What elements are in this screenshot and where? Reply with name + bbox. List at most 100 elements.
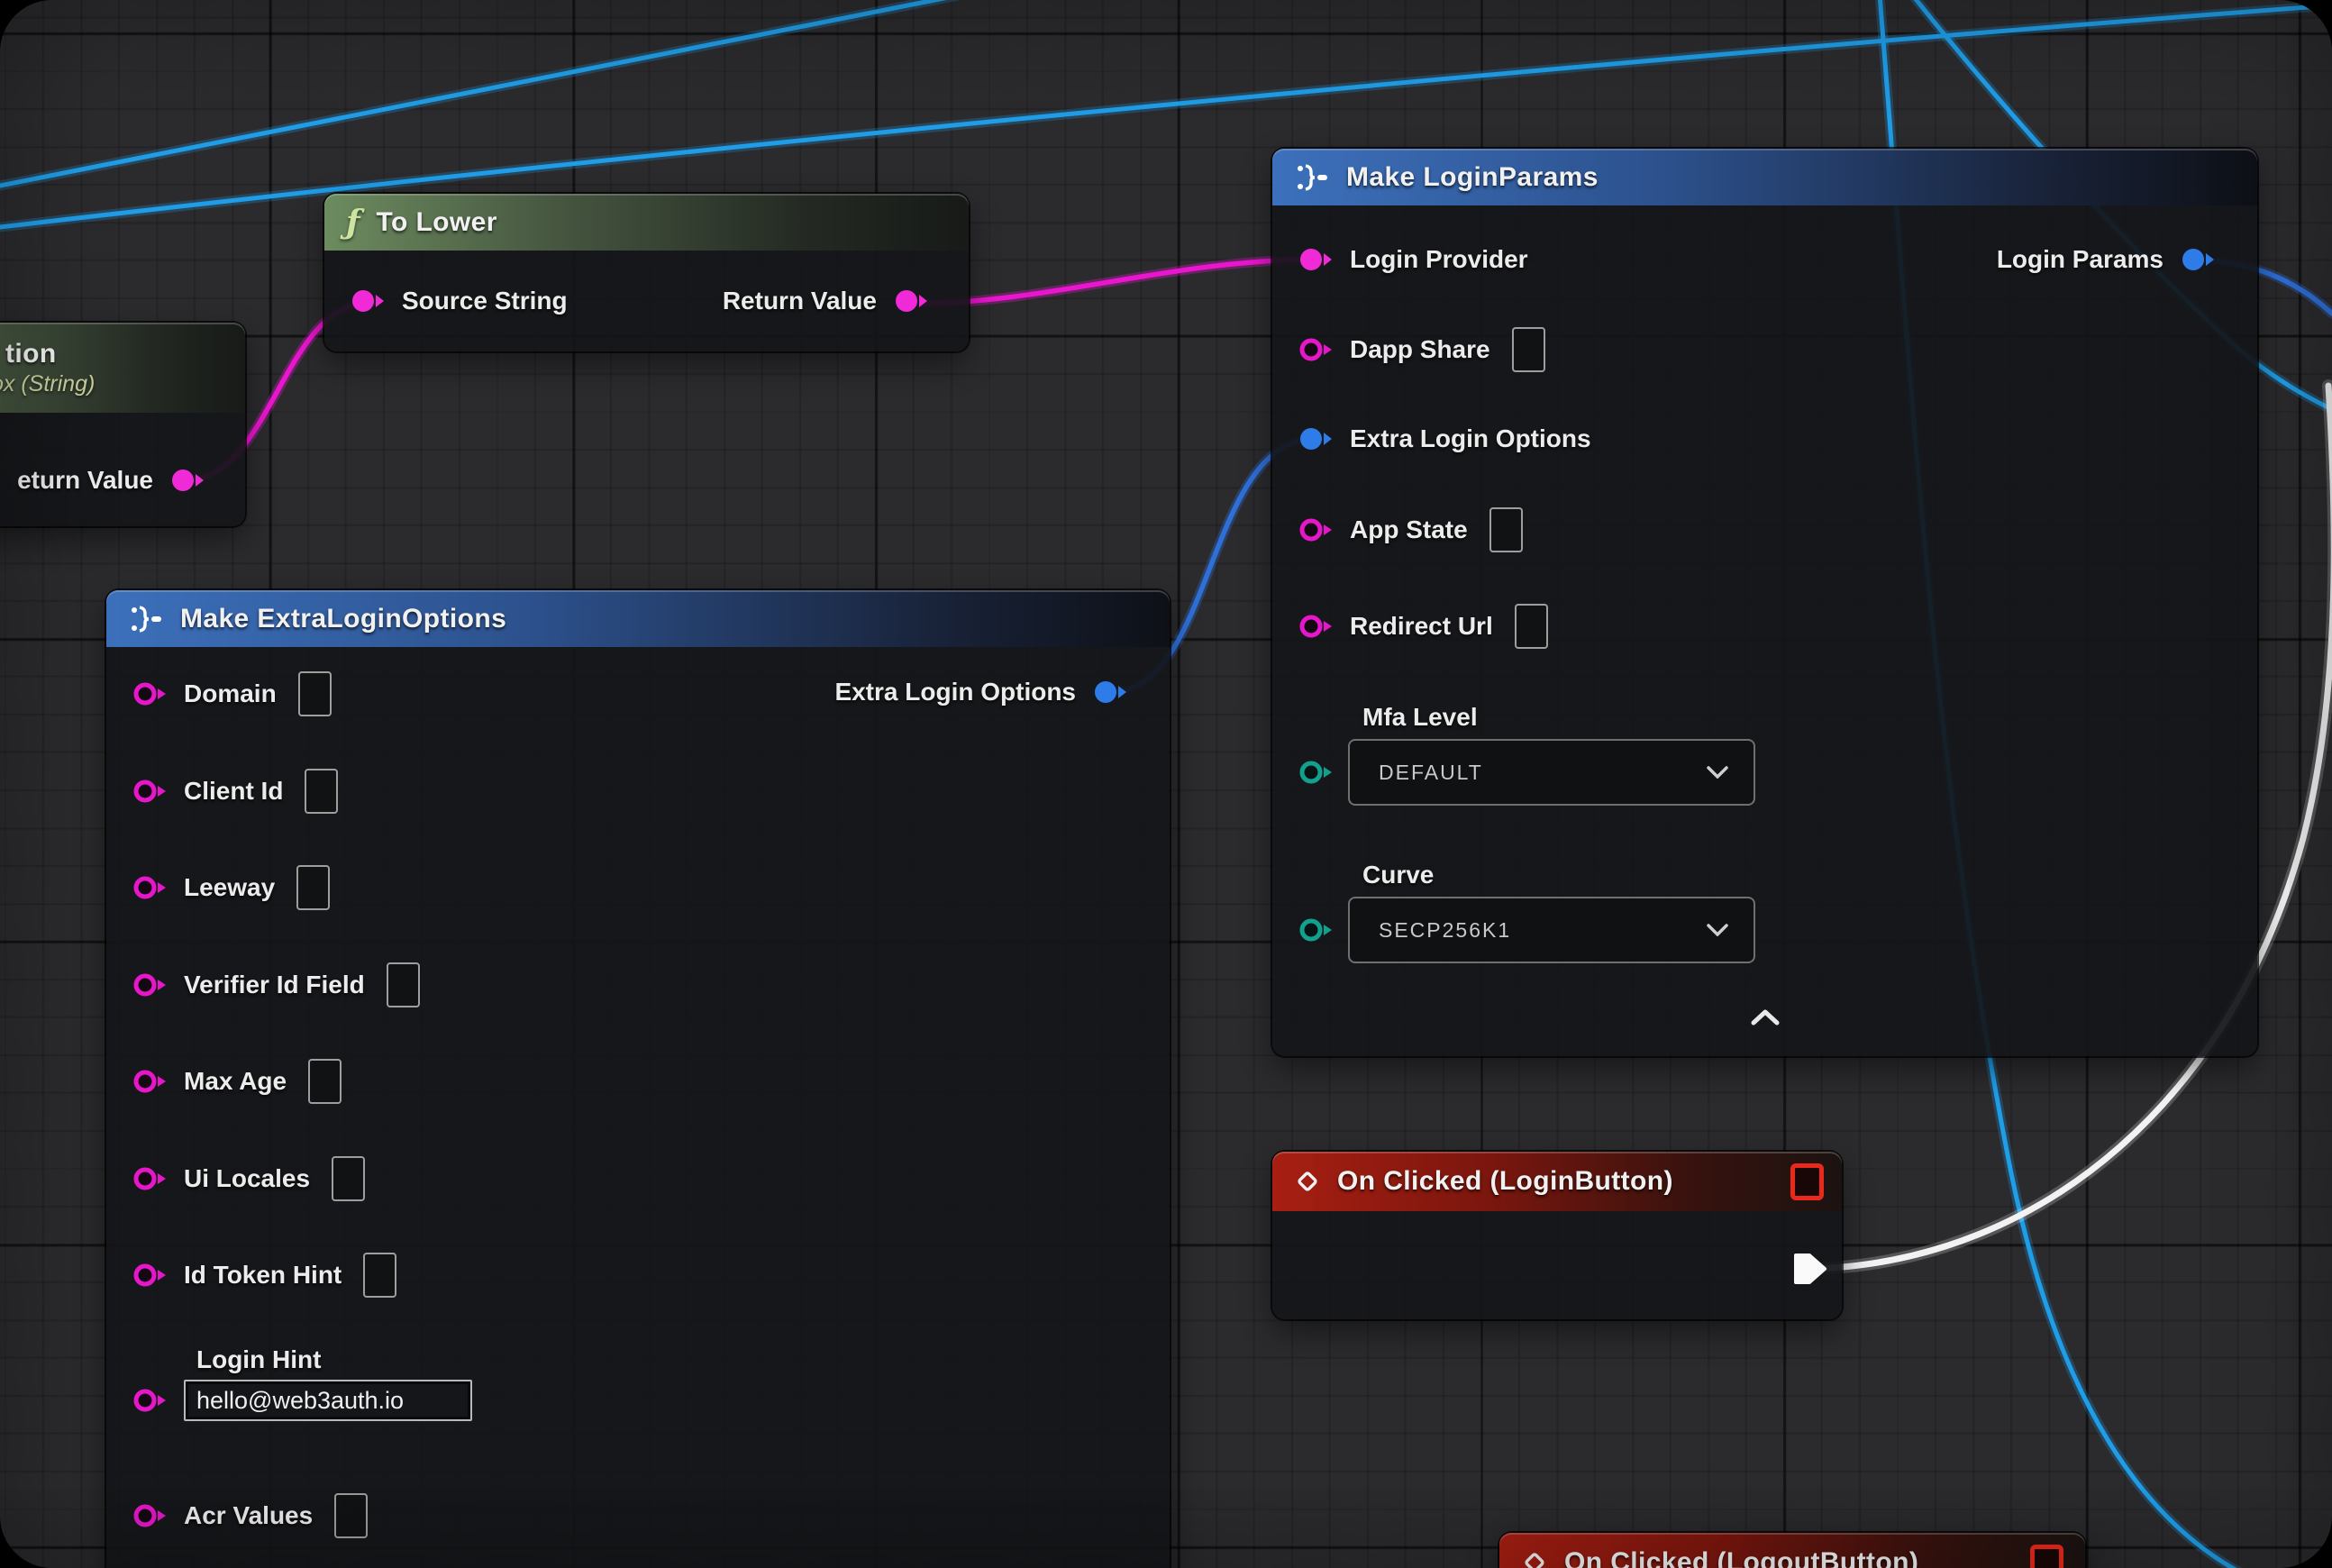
node-on-clicked-loginbutton[interactable]: On Clicked (LoginButton): [1272, 1152, 1842, 1319]
node-partial-function[interactable]: tion ox (String) eturn Value: [0, 323, 245, 526]
source-string-pin[interactable]: [348, 285, 387, 317]
exec-output-pin[interactable]: [1793, 1249, 1829, 1289]
to-lower-return-pin[interactable]: [891, 285, 931, 317]
pin-row-extra-login-options: Extra Login Options: [1296, 412, 1591, 466]
login-params-output-label: Login Params: [1997, 245, 2163, 274]
mfa-level-dropdown[interactable]: DEFAULT: [1348, 739, 1755, 806]
extra-output-pin[interactable]: [1090, 676, 1130, 708]
extra-output-label: Extra Login Options: [834, 678, 1076, 707]
curve-pin[interactable]: [1296, 914, 1335, 946]
domain-pin[interactable]: [130, 678, 169, 710]
redirect-url-checkbox[interactable]: [1515, 604, 1548, 649]
redirect-url-pin[interactable]: [1296, 610, 1335, 643]
login-hint-input[interactable]: [184, 1380, 472, 1421]
pin-row-acr-values: Acr Values: [130, 1489, 368, 1543]
app-state-checkbox[interactable]: [1489, 507, 1523, 552]
mfa-level-pin[interactable]: [1296, 756, 1335, 789]
acr-values-pin[interactable]: [130, 1500, 169, 1532]
dapp-share-checkbox[interactable]: [1512, 327, 1545, 372]
max-age-pin[interactable]: [130, 1065, 169, 1098]
dapp-share-label: Dapp Share: [1350, 335, 1490, 364]
app-state-pin[interactable]: [1296, 514, 1335, 546]
pin-row-dapp-share: Dapp Share: [1296, 323, 1545, 377]
app-state-label: App State: [1350, 515, 1468, 544]
delegate-pin[interactable]: [2030, 1545, 2063, 1568]
verifier-id-field-label: Verifier Id Field: [184, 971, 365, 999]
mfa-level-label: Mfa Level: [1362, 703, 1755, 732]
pin-row-max-age: Max Age: [130, 1054, 342, 1108]
pin-row-app-state: App State: [1296, 503, 1523, 557]
client-id-pin[interactable]: [130, 775, 169, 807]
event-diamond-icon: [1294, 1168, 1321, 1195]
node-make-loginparams[interactable]: Make LoginParams Login Provider Dapp Sha…: [1272, 149, 2257, 1056]
node-make-extraloginoptions[interactable]: Make ExtraLoginOptions Extra Login Optio…: [106, 590, 1170, 1568]
leeway-pin[interactable]: [130, 871, 169, 904]
login-params-output-pin[interactable]: [2178, 243, 2218, 276]
pin-row-login-params-out: Login Params: [1997, 232, 2218, 287]
login-provider-label: Login Provider: [1350, 245, 1528, 274]
to-lower-title: To Lower: [377, 207, 497, 238]
onclicked-logout-header: On Clicked (LogoutButton): [1499, 1533, 2085, 1568]
curve-value: SECP256K1: [1379, 918, 1511, 943]
to-lower-return-label: Return Value: [723, 287, 877, 315]
return-value-pin[interactable]: [168, 464, 207, 497]
node-partial-subtitle: ox (String): [0, 371, 95, 397]
max-age-checkbox[interactable]: [308, 1059, 342, 1104]
acr-values-label: Acr Values: [184, 1501, 313, 1530]
node-on-clicked-logoutbutton[interactable]: On Clicked (LogoutButton): [1499, 1533, 2085, 1568]
leeway-checkbox[interactable]: [296, 865, 330, 910]
login-provider-pin[interactable]: [1296, 243, 1335, 276]
ui-locales-checkbox[interactable]: [332, 1156, 365, 1201]
wire-cyan-topleft-steep: [0, 0, 971, 186]
return-value-label: eturn Value: [17, 466, 153, 495]
loginparams-title: Make LoginParams: [1346, 162, 1599, 193]
chevron-down-icon: [1707, 766, 1728, 779]
ui-locales-pin[interactable]: [130, 1162, 169, 1195]
domain-checkbox[interactable]: [298, 671, 332, 716]
extra-header: Make ExtraLoginOptions: [106, 590, 1170, 647]
extra-title: Make ExtraLoginOptions: [180, 604, 506, 634]
pin-group-mfa-level: Mfa Level DEFAULT: [1296, 703, 1755, 806]
max-age-label: Max Age: [184, 1067, 287, 1096]
mfa-level-value: DEFAULT: [1379, 761, 1483, 785]
wire-tolower-to-loginprovider: [912, 260, 1316, 304]
curve-dropdown[interactable]: SECP256K1: [1348, 897, 1755, 963]
id-token-hint-label: Id Token Hint: [184, 1261, 342, 1290]
onclicked-logout-title: On Clicked (LogoutButton): [1564, 1547, 1918, 1568]
node-to-lower[interactable]: ƒ To Lower Source String Return Value: [324, 194, 969, 351]
pin-row-id-token-hint: Id Token Hint: [130, 1248, 396, 1302]
acr-values-checkbox[interactable]: [334, 1493, 368, 1538]
delegate-pin[interactable]: [1790, 1163, 1824, 1200]
id-token-hint-checkbox[interactable]: [363, 1253, 396, 1298]
function-icon: ƒ: [346, 204, 360, 242]
extra-login-options-pin[interactable]: [1296, 423, 1335, 455]
collapse-node-chevron-icon[interactable]: [1751, 1009, 1780, 1026]
ui-locales-label: Ui Locales: [184, 1164, 310, 1193]
to-lower-header: ƒ To Lower: [324, 194, 969, 251]
make-struct-icon: [128, 603, 164, 635]
pin-row-client-id: Client Id: [130, 764, 338, 818]
extra-login-options-label: Extra Login Options: [1350, 424, 1591, 453]
redirect-url-label: Redirect Url: [1350, 612, 1493, 641]
client-id-checkbox[interactable]: [305, 769, 338, 814]
verifier-id-field-checkbox[interactable]: [387, 962, 420, 1007]
loginparams-header: Make LoginParams: [1272, 149, 2257, 205]
pin-group-login-hint: Login Hint: [130, 1345, 472, 1421]
onclicked-login-header: On Clicked (LoginButton): [1272, 1152, 1842, 1211]
login-hint-pin[interactable]: [130, 1384, 169, 1417]
login-hint-label: Login Hint: [196, 1345, 472, 1374]
pin-row-redirect-url: Redirect Url: [1296, 599, 1548, 653]
curve-label: Curve: [1362, 861, 1755, 889]
id-token-hint-pin[interactable]: [130, 1259, 169, 1291]
verifier-id-field-pin[interactable]: [130, 969, 169, 1001]
onclicked-login-title: On Clicked (LoginButton): [1337, 1166, 1673, 1197]
pin-row-login-provider: Login Provider: [1296, 232, 1528, 287]
blueprint-canvas[interactable]: tion ox (String) eturn Value ƒ To Lower …: [0, 0, 2332, 1568]
leeway-label: Leeway: [184, 873, 275, 902]
node-partial-title: tion: [5, 339, 57, 369]
pin-group-curve: Curve SECP256K1: [1296, 861, 1755, 963]
pin-row-leeway: Leeway: [130, 861, 330, 915]
dapp-share-pin[interactable]: [1296, 333, 1335, 366]
event-diamond-icon: [1521, 1549, 1548, 1568]
pin-row-domain: Domain: [130, 667, 332, 721]
